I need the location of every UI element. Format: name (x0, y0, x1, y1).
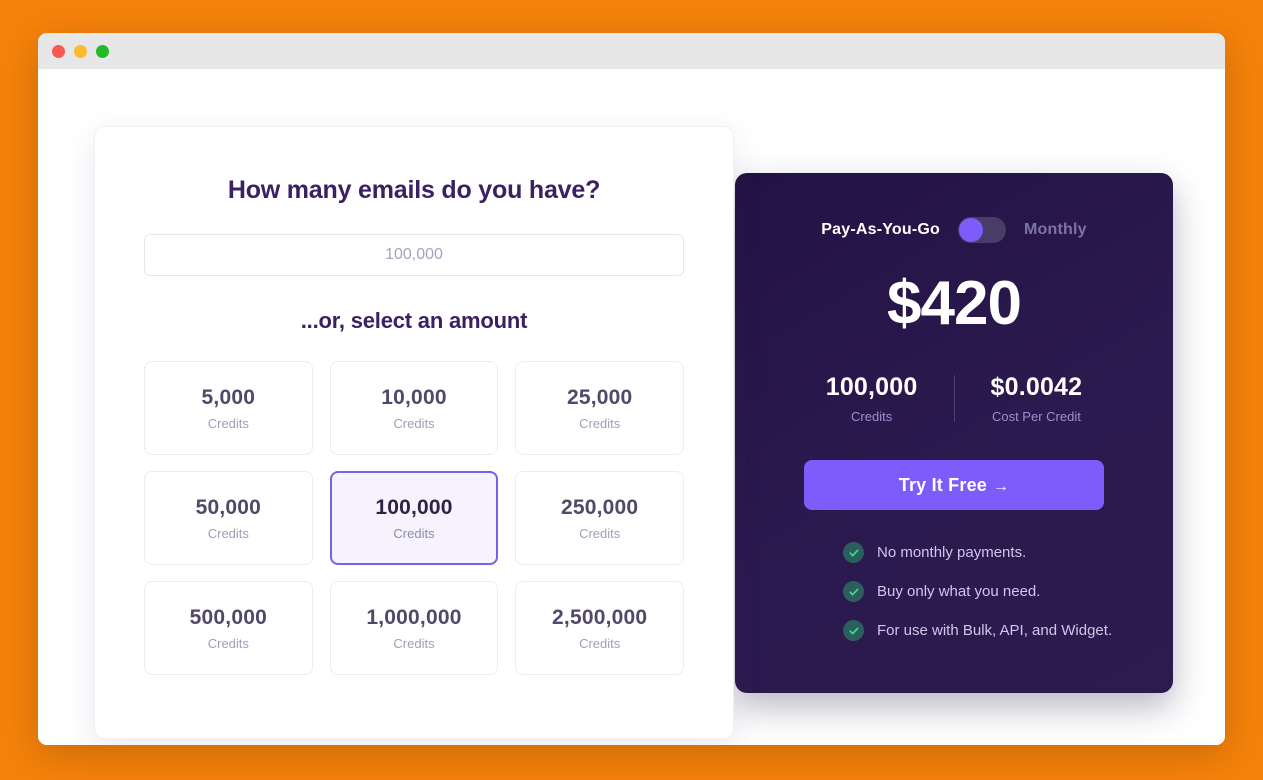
stat-credits: 100,000 Credits (790, 373, 954, 424)
billing-mode-switch[interactable] (958, 217, 1007, 243)
arrow-right-icon: → (993, 477, 1010, 495)
stat-cost-per-credit-value: $0.0042 (990, 373, 1083, 401)
credit-amount: 250,000 (561, 495, 639, 519)
billing-mode-toggle-row: Pay-As-You-Go Monthly (735, 217, 1173, 243)
window-titlebar (38, 33, 1225, 69)
feature-text: For use with Bulk, API, and Widget. (877, 622, 1113, 639)
credit-option-250000[interactable]: 250,000 Credits (515, 471, 684, 565)
credit-amount: 5,000 (201, 385, 256, 409)
credit-unit: Credits (207, 415, 249, 431)
credit-unit: Credits (579, 525, 621, 541)
stat-credits-label: Credits (851, 409, 893, 424)
credit-amount: 1,000,000 (366, 605, 462, 629)
credit-options-grid: 5,000 Credits 10,000 Credits 25,000 Cred… (144, 361, 684, 675)
credit-option-100000[interactable]: 100,000 Credits (329, 471, 499, 565)
credit-option-1000000[interactable]: 1,000,000 Credits (329, 581, 499, 675)
pricing-stats: 100,000 Credits $0.0042 Cost Per Credit (735, 373, 1173, 424)
list-item: No monthly payments. (843, 542, 1173, 563)
feature-text: Buy only what you need. (877, 583, 1041, 600)
credit-option-10000[interactable]: 10,000 Credits (329, 361, 499, 455)
credit-unit: Credits (393, 525, 435, 541)
credit-amount: 50,000 (195, 495, 262, 519)
list-item: Buy only what you need. (843, 581, 1173, 602)
toggle-label-pay-as-you-go[interactable]: Pay-As-You-Go (821, 221, 940, 239)
feature-text: No monthly payments. (877, 544, 1027, 561)
credit-selector-card: How many emails do you have? ...or, sele… (94, 126, 734, 739)
check-circle-icon (843, 542, 864, 563)
credit-option-50000[interactable]: 50,000 Credits (144, 471, 313, 565)
feature-list: No monthly payments. Buy only what you n… (843, 542, 1173, 641)
switch-knob (959, 218, 984, 242)
credit-amount: 100,000 (375, 495, 453, 519)
credit-amount: 500,000 (189, 605, 267, 629)
credit-unit: Credits (207, 635, 249, 651)
check-circle-icon (843, 620, 864, 641)
stat-cost-per-credit-label: Cost Per Credit (991, 409, 1081, 424)
total-price: $420 (887, 269, 1022, 338)
stat-credits-value: 100,000 (825, 373, 918, 401)
minimize-window-button[interactable] (74, 44, 87, 58)
list-item: For use with Bulk, API, and Widget. (843, 620, 1173, 641)
credit-unit: Credits (393, 635, 435, 651)
credit-unit: Credits (579, 415, 621, 431)
cta-label: Try It Free (898, 474, 988, 495)
toggle-label-monthly[interactable]: Monthly (1024, 221, 1087, 239)
credit-unit: Credits (579, 635, 621, 651)
credit-unit: Credits (393, 415, 435, 431)
check-circle-icon (843, 581, 864, 602)
maximize-window-button[interactable] (96, 44, 109, 58)
credit-amount: 10,000 (381, 385, 447, 409)
credit-amount: 25,000 (566, 385, 633, 409)
close-window-button[interactable] (52, 44, 65, 58)
email-count-input[interactable] (144, 234, 684, 276)
page-viewport: Pay-As-You-Go Monthly $420 100,000 Credi… (38, 69, 1225, 745)
select-amount-subtitle: ...or, select an amount (300, 308, 528, 333)
credit-unit: Credits (207, 525, 249, 541)
pricing-summary-panel: Pay-As-You-Go Monthly $420 100,000 Credi… (735, 173, 1173, 693)
page-title: How many emails do you have? (227, 176, 601, 204)
credit-option-25000[interactable]: 25,000 Credits (515, 361, 684, 455)
credit-option-2500000[interactable]: 2,500,000 Credits (515, 581, 684, 675)
browser-window: Pay-As-You-Go Monthly $420 100,000 Credi… (38, 33, 1225, 745)
try-it-free-button[interactable]: Try It Free → (804, 460, 1104, 510)
credit-option-5000[interactable]: 5,000 Credits (144, 361, 313, 455)
credit-option-500000[interactable]: 500,000 Credits (144, 581, 313, 675)
stat-cost-per-credit: $0.0042 Cost Per Credit (955, 373, 1119, 424)
credit-amount: 2,500,000 (552, 605, 648, 629)
